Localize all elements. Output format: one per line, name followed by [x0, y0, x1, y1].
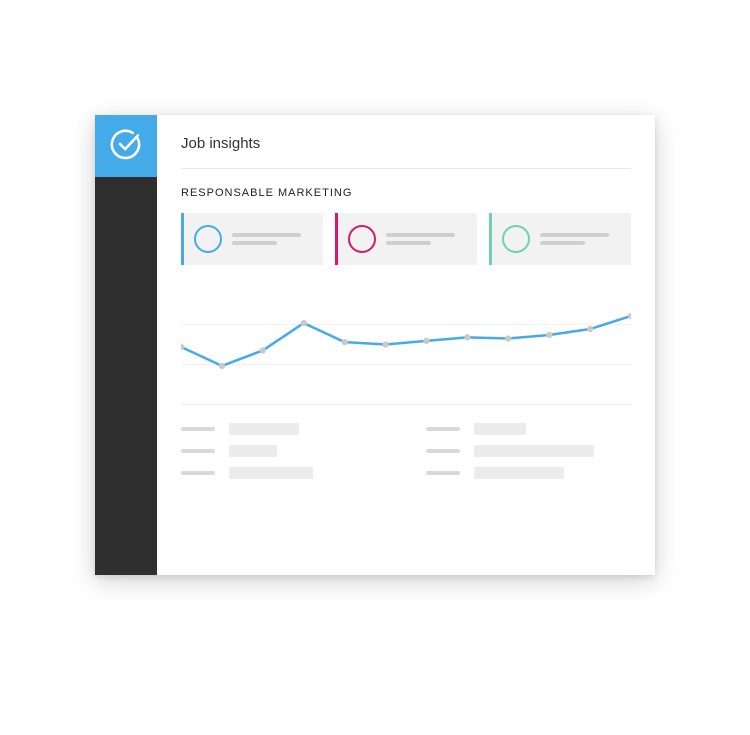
page-title: Job insights [181, 135, 631, 169]
detail-value-placeholder [229, 445, 277, 457]
detail-label-placeholder [181, 449, 215, 453]
circle-icon [194, 225, 222, 253]
stat-cards [181, 213, 631, 265]
detail-value-placeholder [229, 467, 313, 479]
detail-rows [181, 423, 631, 489]
detail-row [181, 467, 386, 479]
stat-placeholder [540, 229, 621, 249]
app-window: Job insights RESPONSABLE MARKETING [95, 115, 655, 575]
detail-label-placeholder [426, 471, 460, 475]
stat-card-blue[interactable] [181, 213, 323, 265]
chart-svg [181, 285, 631, 404]
detail-col-right [426, 423, 631, 489]
section-title: RESPONSABLE MARKETING [181, 187, 631, 199]
line-chart [181, 285, 631, 405]
detail-value-placeholder [474, 445, 594, 457]
detail-label-placeholder [181, 471, 215, 475]
circle-icon [348, 225, 376, 253]
stat-placeholder [386, 229, 467, 249]
circle-icon [502, 225, 530, 253]
detail-label-placeholder [426, 427, 460, 431]
detail-label-placeholder [426, 449, 460, 453]
detail-col-left [181, 423, 386, 489]
detail-row [426, 467, 631, 479]
detail-row [181, 423, 386, 435]
stat-card-green[interactable] [489, 213, 631, 265]
detail-row [181, 445, 386, 457]
stat-card-pink[interactable] [335, 213, 477, 265]
main-content: Job insights RESPONSABLE MARKETING [157, 115, 655, 575]
checkmark-circle-icon [109, 127, 143, 166]
detail-value-placeholder [474, 467, 564, 479]
detail-value-placeholder [229, 423, 299, 435]
logo-tile[interactable] [95, 115, 157, 177]
detail-value-placeholder [474, 423, 526, 435]
detail-row [426, 423, 631, 435]
detail-label-placeholder [181, 427, 215, 431]
detail-row [426, 445, 631, 457]
sidebar [95, 115, 157, 575]
stat-placeholder [232, 229, 313, 249]
